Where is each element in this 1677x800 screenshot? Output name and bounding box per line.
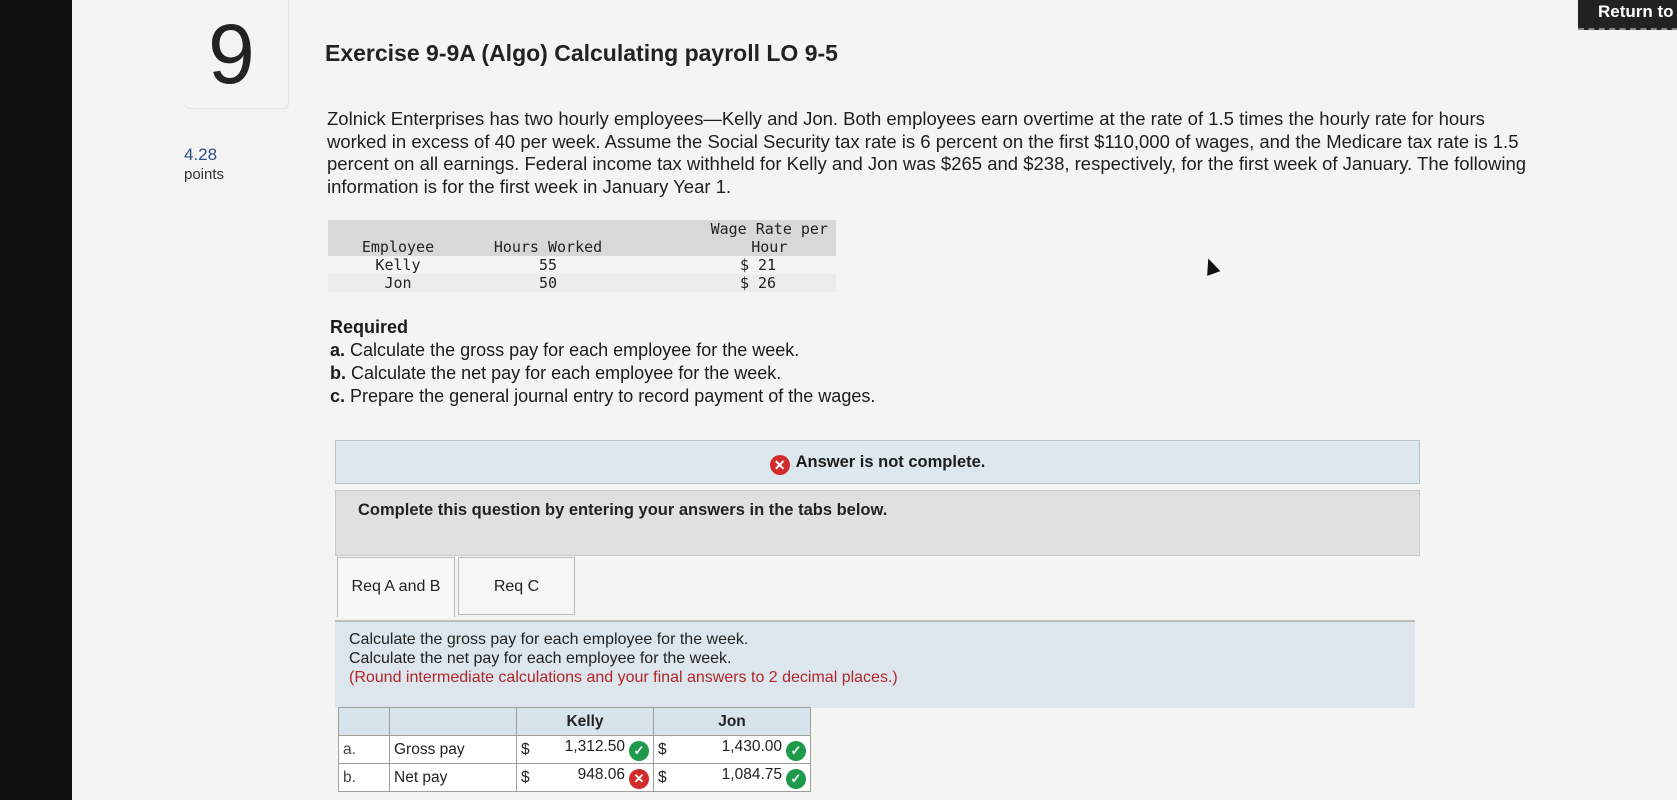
header-hours: Hours Worked bbox=[468, 220, 628, 256]
problem-intro: Zolnick Enterprises has two hourly emplo… bbox=[327, 108, 1527, 197]
table-row: Kelly 55 $ 21 bbox=[328, 256, 836, 274]
jon-gross-pay-input[interactable]: 1,430.00 bbox=[722, 738, 782, 755]
required-item-b: b. Calculate the net pay for each employ… bbox=[330, 363, 782, 383]
kelly-gross-pay-input[interactable]: 1,312.50 bbox=[565, 738, 625, 755]
required-item-c: c. Prepare the general journal entry to … bbox=[330, 386, 876, 406]
table-header-row: Employee Hours Worked Wage Rate per Hour bbox=[328, 220, 836, 256]
header-jon: Jon bbox=[653, 707, 811, 736]
points-label: points bbox=[184, 166, 225, 183]
cell-employee: Jon bbox=[328, 274, 468, 292]
jon-gross-pay-cell[interactable]: 1,430.00 ✓ bbox=[674, 735, 811, 764]
cell-hours: 55 bbox=[538, 256, 558, 274]
dollar-sign: $ bbox=[516, 763, 537, 792]
cell-rate: $ 21 bbox=[739, 256, 777, 274]
dollar-sign: $ bbox=[516, 735, 537, 764]
row-index: b. bbox=[338, 763, 390, 792]
mouse-cursor-icon bbox=[1201, 256, 1221, 276]
kelly-net-pay-input[interactable]: 948.06 bbox=[578, 766, 625, 783]
kelly-gross-pay-cell[interactable]: 1,312.50 ✓ bbox=[537, 735, 654, 764]
cell-rate: $ 26 bbox=[628, 274, 836, 292]
kelly-net-pay-cell[interactable]: 948.06 ✕ bbox=[537, 763, 654, 792]
panel-line-2: Calculate the net pay for each employee … bbox=[349, 650, 732, 667]
jon-net-pay-input[interactable]: 1,084.75 bbox=[722, 766, 782, 783]
check-icon: ✓ bbox=[786, 769, 806, 789]
tab-req-a-and-b[interactable]: Req A and B bbox=[337, 557, 455, 617]
instructions-box: Complete this question by entering your … bbox=[335, 490, 1420, 556]
table-row: Jon 50 $ 26 bbox=[328, 274, 836, 292]
header-rate-line2: Hour bbox=[751, 238, 788, 256]
error-icon: ✕ bbox=[769, 455, 790, 475]
required-heading: Required bbox=[330, 317, 409, 337]
panel-line-1: Calculate the gross pay for each employe… bbox=[349, 631, 749, 648]
cell-hours: 50 bbox=[468, 274, 628, 292]
panel-rounding-note: (Round intermediate calculations and you… bbox=[349, 669, 898, 686]
cross-icon: ✕ bbox=[629, 769, 649, 789]
cell-employee: Kelly bbox=[375, 256, 421, 274]
screen-bezel bbox=[0, 0, 72, 800]
header-kelly: Kelly bbox=[516, 707, 654, 736]
tab-panel-instructions: Calculate the gross pay for each employe… bbox=[335, 620, 1415, 708]
dollar-sign: $ bbox=[653, 763, 674, 792]
answer-header-row: Kelly Jon bbox=[338, 707, 811, 736]
check-icon: ✓ bbox=[629, 741, 649, 761]
jon-net-pay-cell[interactable]: 1,084.75 ✓ bbox=[674, 763, 811, 792]
check-icon: ✓ bbox=[786, 741, 806, 761]
answer-table: Kelly Jon a. Gross pay $ 1,312.50 ✓ $ 1,4… bbox=[338, 707, 811, 792]
question-number: 9 bbox=[208, 7, 255, 101]
row-label: Net pay bbox=[389, 763, 517, 792]
banner-text: Answer is not complete. bbox=[795, 453, 986, 471]
row-index: a. bbox=[338, 735, 390, 764]
required-section: Required a. Calculate the gross pay for … bbox=[330, 316, 875, 408]
header-employee: Employee bbox=[328, 220, 468, 256]
header-rate: Wage Rate per Hour bbox=[628, 220, 836, 256]
table-row: a. Gross pay $ 1,312.50 ✓ $ 1,430.00 ✓ bbox=[338, 735, 811, 764]
employee-data-table: Employee Hours Worked Wage Rate per Hour … bbox=[328, 220, 836, 292]
return-button[interactable]: Return to bbox=[1578, 0, 1677, 30]
required-item-a: a. Calculate the gross pay for each empl… bbox=[330, 340, 800, 360]
points-value: 4.28 bbox=[184, 145, 218, 164]
table-row: b. Net pay $ 948.06 ✕ $ 1,084.75 ✓ bbox=[338, 763, 811, 792]
exercise-title: Exercise 9-9A (Algo) Calculating payroll… bbox=[325, 40, 838, 66]
row-label: Gross pay bbox=[389, 735, 517, 764]
header-rate-line1: Wage Rate per bbox=[710, 220, 828, 238]
tab-req-c[interactable]: Req C bbox=[458, 557, 575, 615]
answer-status-banner: ✕ Answer is not complete. bbox=[335, 440, 1420, 484]
dollar-sign: $ bbox=[653, 735, 674, 764]
